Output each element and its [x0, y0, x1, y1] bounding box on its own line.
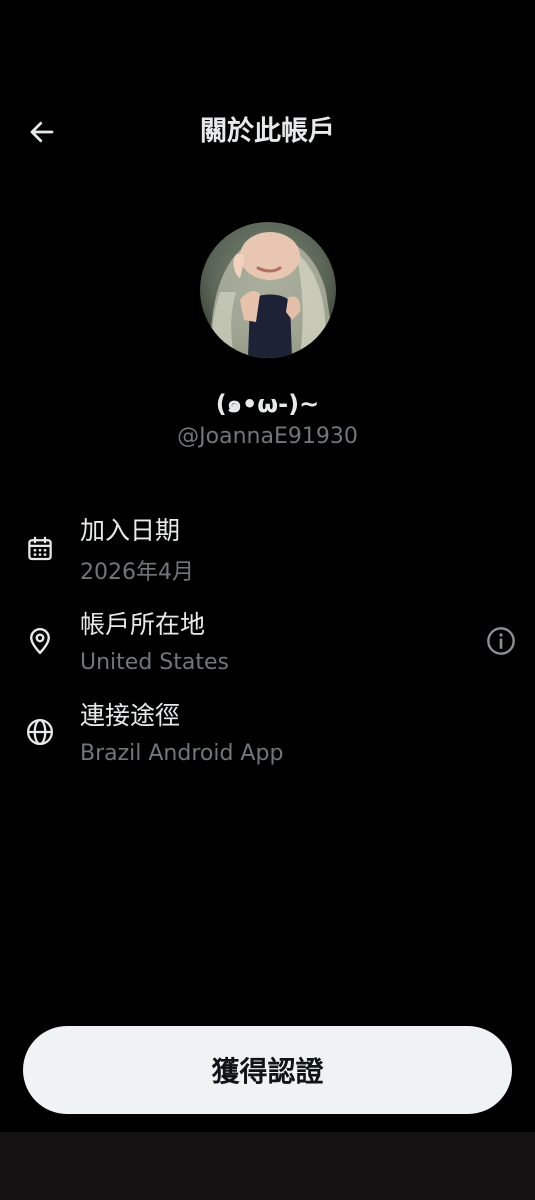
info-value: Brazil Android App	[80, 741, 284, 766]
info-row-account-location: 帳戶所在地 United States	[0, 606, 535, 686]
info-row-join-date: 加入日期 2026年4月	[0, 510, 535, 590]
info-value: United States	[80, 650, 229, 675]
display-name: (๑•ω-)~	[215, 390, 320, 418]
calendar-icon	[24, 533, 56, 565]
page-title: 關於此帳戶	[200, 116, 335, 147]
account-location-info-button[interactable]	[484, 624, 518, 658]
info-circle-icon	[487, 627, 515, 655]
system-navigation-bar	[0, 1132, 535, 1200]
avatar-photo	[200, 222, 336, 358]
info-label: 連接途徑	[80, 701, 181, 730]
info-value: 2026年4月	[80, 560, 194, 585]
info-label: 帳戶所在地	[80, 610, 206, 639]
info-row-connected-via: 連接途徑 Brazil Android App	[0, 697, 535, 777]
username-handle: @JoannaE91930	[177, 424, 358, 449]
avatar[interactable]	[200, 222, 336, 358]
globe-icon	[24, 716, 56, 748]
get-verified-button[interactable]: 獲得認證	[23, 1026, 512, 1114]
top-app-bar: 關於此帳戶	[0, 100, 535, 164]
location-pin-icon	[24, 625, 56, 657]
info-label: 加入日期	[80, 516, 181, 545]
